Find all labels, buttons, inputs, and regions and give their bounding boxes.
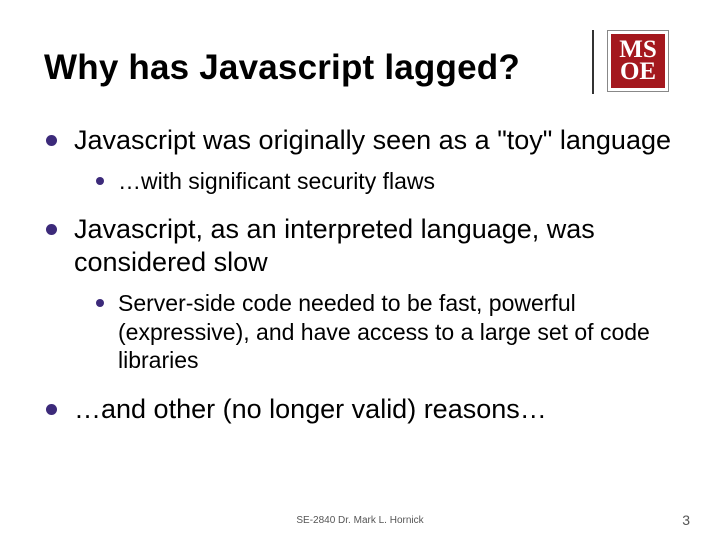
footer-text: SE-2840 Dr. Mark L. Hornick <box>0 515 720 526</box>
bullet-item: Javascript, as an interpreted language, … <box>44 213 676 374</box>
sub-bullet-list: Server-side code needed to be fast, powe… <box>74 289 676 375</box>
logo-wrap: MS OE <box>592 28 676 94</box>
slide-title: Why has Javascript lagged? <box>44 28 520 102</box>
sub-bullet-item: Server-side code needed to be fast, powe… <box>74 289 676 375</box>
content: Javascript was originally seen as a "toy… <box>44 102 676 426</box>
slide: Why has Javascript lagged? MS OE Javascr… <box>0 0 720 540</box>
sub-bullet-text: Server-side code needed to be fast, powe… <box>118 290 650 373</box>
title-row: Why has Javascript lagged? MS OE <box>44 28 676 102</box>
sub-bullet-list: …with significant security flaws <box>74 167 676 196</box>
bullet-text: Javascript, as an interpreted language, … <box>74 214 595 277</box>
bullet-list: Javascript was originally seen as a "toy… <box>44 124 676 426</box>
bullet-item: …and other (no longer valid) reasons… <box>44 393 676 426</box>
bullet-text: Javascript was originally seen as a "toy… <box>74 125 671 155</box>
bullet-text: …and other (no longer valid) reasons… <box>74 394 547 424</box>
page-number: 3 <box>682 512 690 528</box>
logo-line-2: OE <box>620 61 656 83</box>
msoe-logo: MS OE <box>608 31 668 91</box>
title-separator <box>592 30 594 94</box>
sub-bullet-item: …with significant security flaws <box>74 167 676 196</box>
bullet-item: Javascript was originally seen as a "toy… <box>44 124 676 195</box>
sub-bullet-text: …with significant security flaws <box>118 168 435 194</box>
